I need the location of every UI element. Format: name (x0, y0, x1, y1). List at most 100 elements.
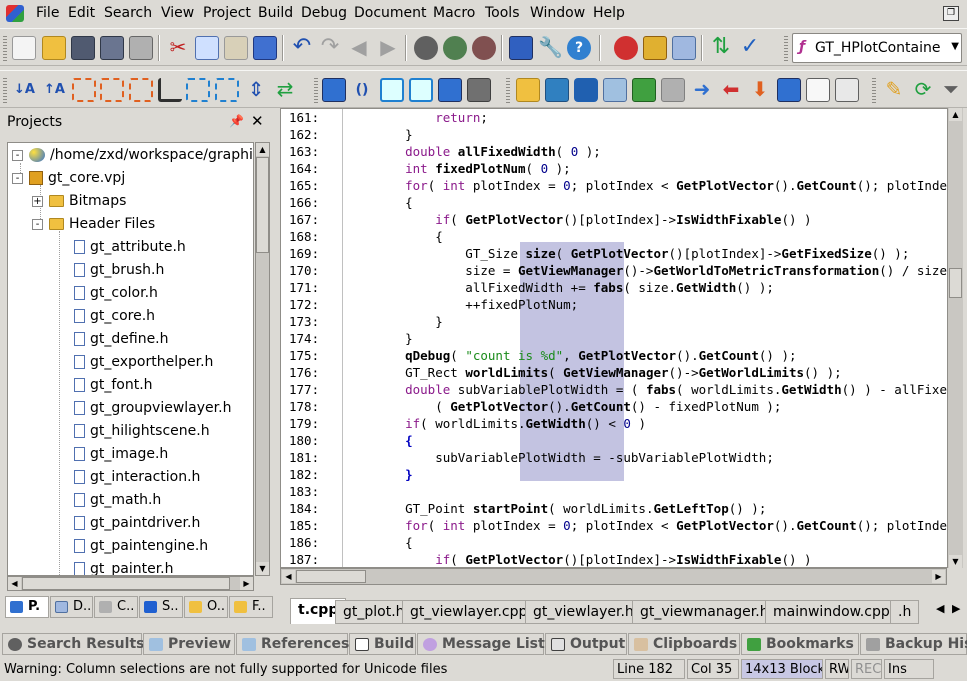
filter-icon[interactable]: ⏷ (939, 78, 963, 102)
tab-search-results[interactable]: Search Results (2, 633, 144, 655)
shift-left-icon[interactable] (129, 78, 153, 102)
scroll-left-icon[interactable]: ◀ (8, 577, 21, 590)
menu-tools[interactable]: Tools (485, 4, 520, 22)
pop-tag-icon[interactable] (661, 78, 685, 102)
previous-icon[interactable]: ⬅ (719, 78, 743, 102)
scroll-up-icon[interactable]: ▲ (949, 108, 962, 121)
pin-icon[interactable]: 📌 (229, 114, 244, 128)
menu-build[interactable]: Build (258, 4, 293, 22)
tab-projects[interactable]: P. (5, 596, 49, 618)
window-list-icon[interactable] (835, 78, 859, 102)
redo-icon[interactable]: ↷ (318, 36, 342, 60)
save-icon[interactable] (71, 36, 95, 60)
configure-icon[interactable] (672, 36, 696, 60)
code-editor[interactable]: 161: return; 162: } 163: double allFixedWi… (280, 108, 963, 568)
undo-icon[interactable]: ↶ (290, 36, 314, 60)
paste-icon[interactable] (224, 36, 248, 60)
expand-icon[interactable]: + (32, 195, 43, 207)
toolbar-grip[interactable] (784, 35, 788, 61)
tree-item[interactable]: gt_image.h (74, 443, 168, 466)
tab-preview[interactable]: Preview (143, 633, 235, 655)
tree-item[interactable]: gt_font.h (74, 374, 153, 397)
back-icon[interactable]: ◀ (347, 36, 371, 60)
pages-icon[interactable] (806, 78, 830, 102)
tab-open[interactable]: O.. (184, 596, 228, 618)
sync-icon[interactable]: ⇅ (709, 36, 733, 60)
scroll-left-icon[interactable]: ◀ (282, 570, 295, 583)
build-icon[interactable] (643, 36, 667, 60)
toolbar-grip[interactable] (3, 77, 7, 103)
save-all-icon[interactable] (100, 36, 124, 60)
menu-macro[interactable]: Macro (433, 4, 475, 22)
status-rw[interactable]: RW (825, 659, 849, 679)
tree-item[interactable]: gt_paintengine.h (74, 535, 208, 558)
status-ins[interactable]: Ins (884, 659, 934, 679)
shield-icon[interactable] (574, 78, 598, 102)
scroll-down-icon[interactable]: ▼ (949, 555, 962, 568)
refresh-icon[interactable]: ⟳ (911, 78, 935, 102)
tree-item[interactable]: gt_exporthelper.h (74, 351, 213, 374)
tree-item[interactable]: - gt_core.vpj (12, 167, 125, 190)
menu-search[interactable]: Search (104, 4, 152, 22)
tab-references[interactable]: References (236, 633, 349, 655)
tree-item[interactable]: gt_core.h (74, 305, 155, 328)
move-left-icon[interactable] (186, 78, 210, 102)
symbol-icon[interactable] (545, 78, 569, 102)
find-replace-icon[interactable] (472, 36, 496, 60)
toolbar-grip[interactable] (3, 35, 7, 61)
list-view-icon[interactable] (322, 78, 346, 102)
tab-backup-history[interactable]: Backup His (860, 633, 967, 655)
copy-icon[interactable] (195, 36, 219, 60)
restore-window-button[interactable]: ❐ (943, 6, 959, 21)
status-rec[interactable]: REC (851, 659, 882, 679)
tree-item[interactable]: gt_define.h (74, 328, 169, 351)
tab-scroll-right-icon[interactable]: ▶ (952, 602, 960, 615)
menu-document[interactable]: Document (354, 4, 427, 22)
tab-output[interactable]: Output (545, 633, 627, 655)
tab-message-list[interactable]: Message List (417, 633, 545, 655)
tab-classes[interactable]: C.. (94, 596, 138, 618)
down-icon[interactable]: ⬇ (748, 78, 772, 102)
editor-horizontal-scrollbar[interactable]: ◀ ▶ (280, 568, 947, 585)
tab-document[interactable]: gt_viewmanager.h (632, 600, 777, 624)
collapse-icon[interactable]: - (32, 218, 43, 230)
function-combo[interactable]: ƒ GT_HPlotContainer::l ▼ (792, 33, 962, 63)
scroll-up-icon[interactable]: ▲ (256, 143, 269, 156)
window-split-icon[interactable] (409, 78, 433, 102)
indent-right-icon[interactable] (100, 78, 124, 102)
sort-descending-icon[interactable]: ↑A (44, 78, 68, 102)
window-icon[interactable] (380, 78, 404, 102)
scroll-thumb[interactable] (22, 577, 230, 590)
push-tag-icon[interactable] (632, 78, 656, 102)
swap-icon[interactable]: ⇄ (273, 78, 297, 102)
open-folder-icon[interactable] (42, 36, 66, 60)
tab-defs[interactable]: D.. (50, 596, 93, 618)
menu-debug[interactable]: Debug (301, 4, 347, 22)
cut-icon[interactable]: ✂ (166, 36, 190, 60)
workspace-icon[interactable] (509, 36, 533, 60)
help-icon[interactable]: ? (567, 36, 591, 60)
check-in-icon[interactable]: ✓ (738, 36, 762, 60)
tab-bookmarks[interactable]: Bookmarks (741, 633, 859, 655)
grid-icon[interactable] (438, 78, 462, 102)
menu-project[interactable]: Project (203, 4, 251, 22)
new-file-icon[interactable] (12, 36, 36, 60)
tree-horizontal-scrollbar[interactable]: ◀ ▶ (7, 576, 254, 591)
next-icon[interactable]: ➜ (690, 78, 714, 102)
print-icon[interactable] (129, 36, 153, 60)
tab-build[interactable]: Build (349, 633, 416, 655)
magic-wand-icon[interactable]: ✎ (882, 78, 906, 102)
find-next-icon[interactable] (443, 36, 467, 60)
menu-edit[interactable]: Edit (68, 4, 95, 22)
tab-document[interactable]: gt_viewlayer.h (525, 600, 642, 624)
status-line[interactable]: Line 182 (613, 659, 685, 679)
tree-item[interactable]: gt_interaction.h (74, 466, 200, 489)
tree-item[interactable]: gt_color.h (74, 282, 158, 305)
indent-left-icon[interactable] (72, 78, 96, 102)
find-icon[interactable] (414, 36, 438, 60)
tab-document[interactable]: gt_plot.h (335, 600, 413, 624)
sort-ascending-icon[interactable]: ↓A (14, 78, 38, 102)
tree-item[interactable]: -/home/zxd/workspace/graphics2d/ (12, 144, 253, 167)
tree-item[interactable]: gt_paintdriver.h (74, 512, 200, 535)
format-icon[interactable] (158, 78, 182, 102)
